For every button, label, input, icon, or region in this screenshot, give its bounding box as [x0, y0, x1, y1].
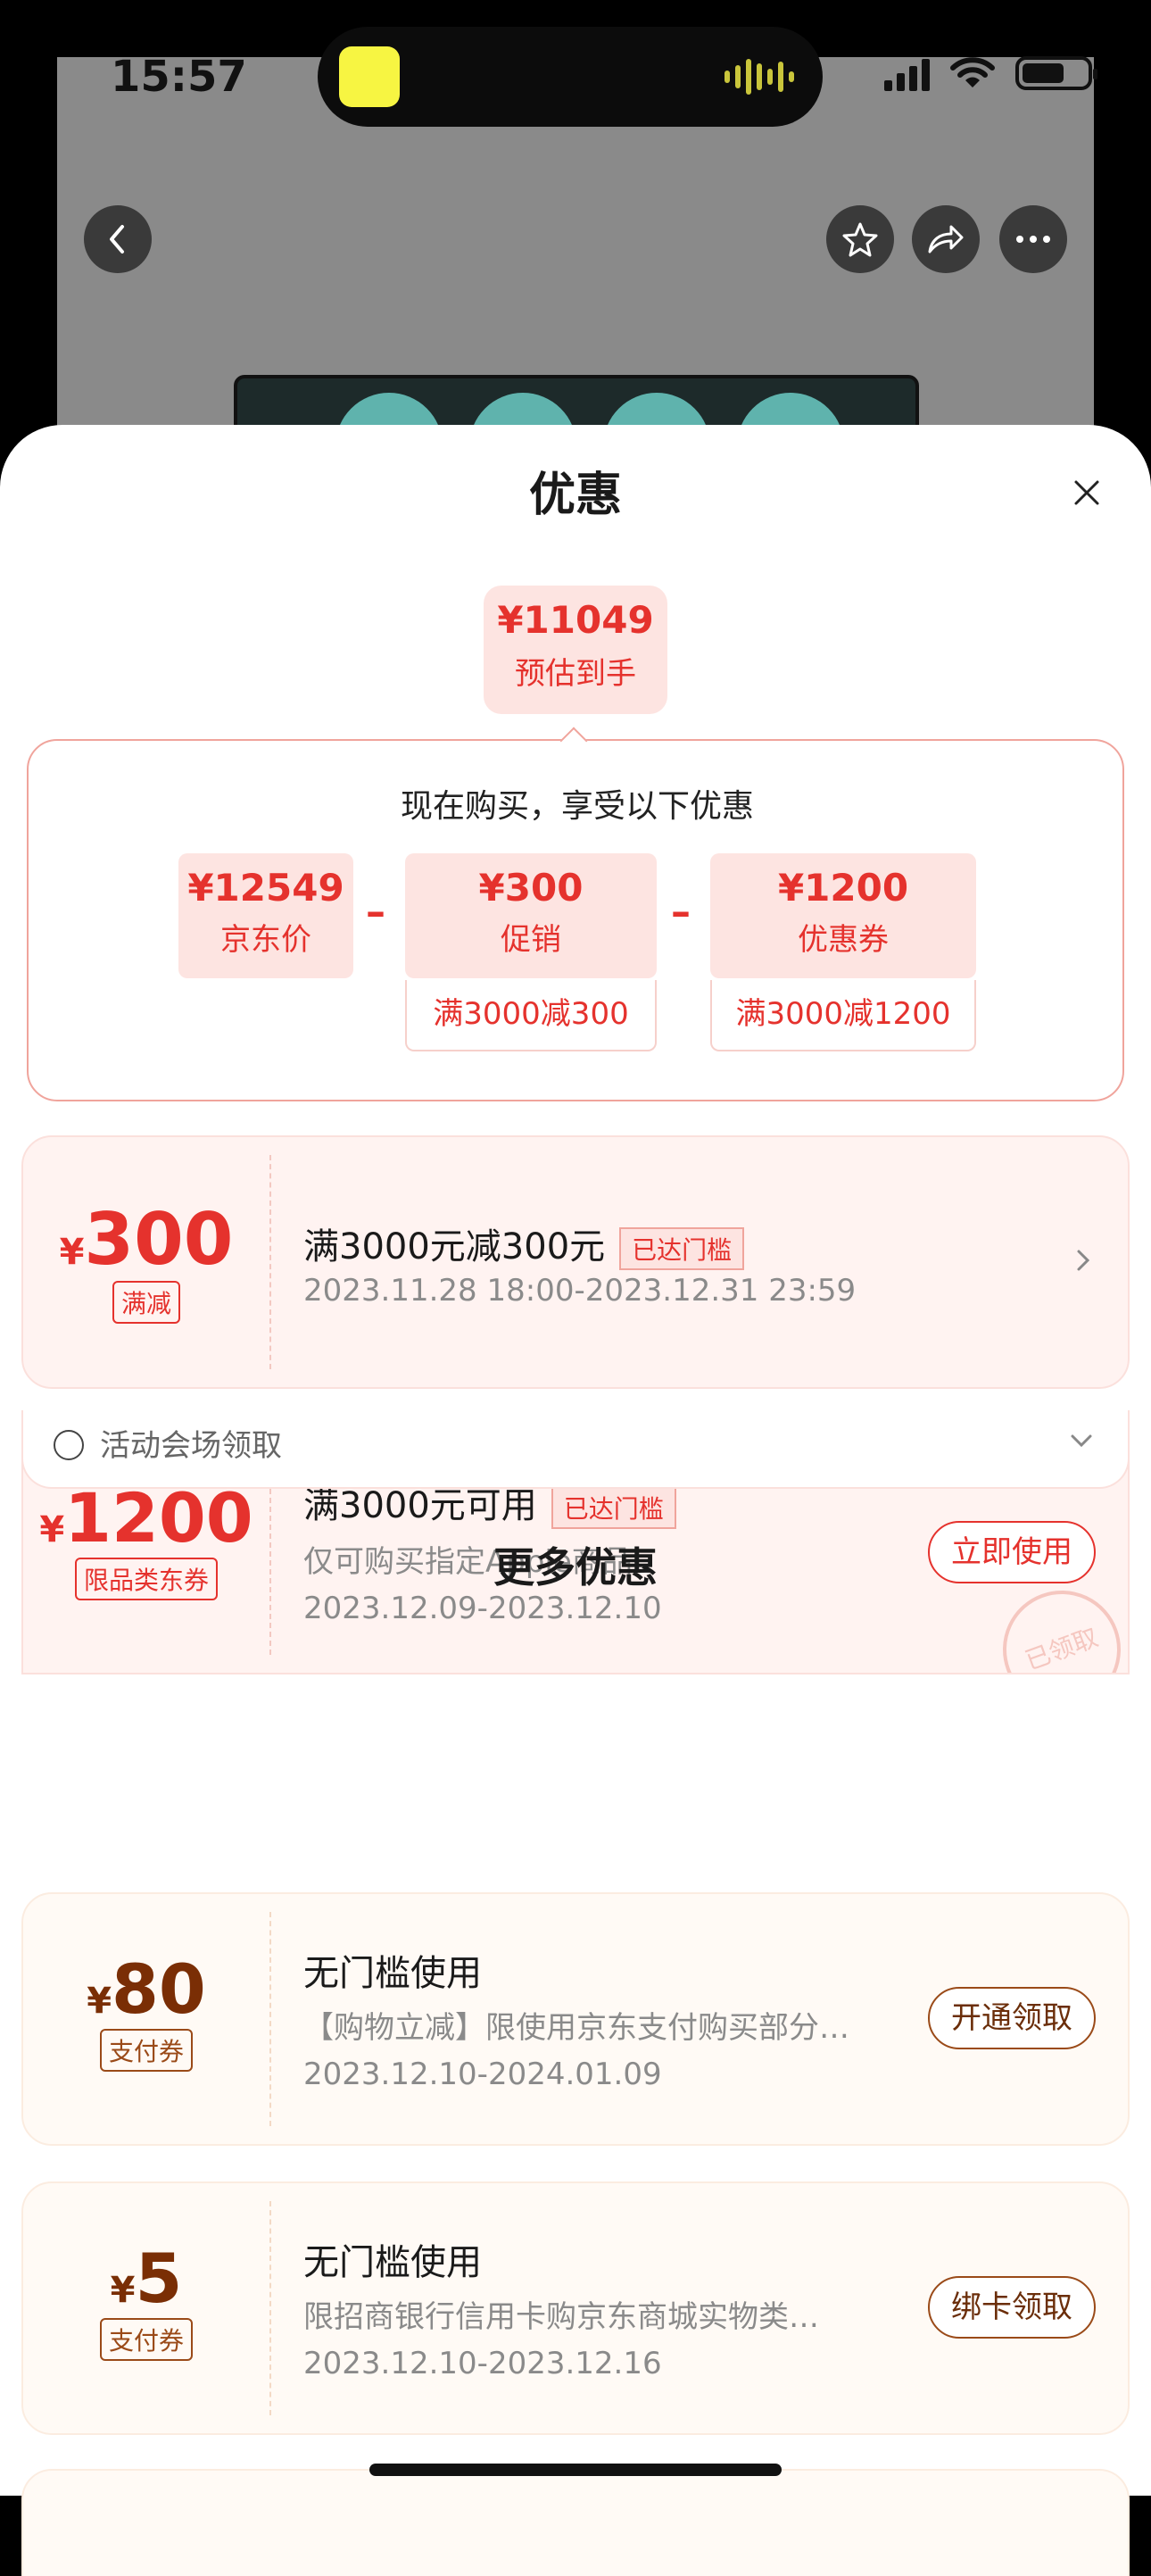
price-breakdown: 现在购买，享受以下优惠 ¥12549 京东价 – ¥300 促销 满3000减3…: [27, 739, 1124, 1101]
star-icon: [842, 222, 878, 257]
coupon-amount: ¥1200: [777, 866, 909, 910]
coupon-source: 活动会场领取: [100, 1428, 282, 1464]
dynamic-island: [318, 27, 823, 127]
coupon-label: 优惠券: [798, 922, 889, 958]
coupon-amount: ¥5: [110, 2239, 183, 2318]
coupon-value: ¥80 支付券: [23, 1912, 271, 2126]
coupon-box: ¥1200 优惠券: [710, 853, 976, 978]
chevron-down-icon: [1071, 1434, 1092, 1448]
coupon-amount: ¥80: [87, 1949, 206, 2029]
wifi-icon: [950, 57, 995, 87]
coupon-dates: 2023.12.10-2024.01.09: [303, 2057, 662, 2092]
close-icon[interactable]: [1069, 475, 1105, 511]
estimated-price-box: ¥11049 预估到手: [484, 586, 667, 714]
discount-sheet: 优惠 ¥11049 预估到手 现在购买，享受以下优惠 ¥12549 京东价 – …: [0, 425, 1151, 2576]
payment-coupon-card[interactable]: [21, 2469, 1130, 2576]
coupon-value: ¥300 满减: [23, 1155, 271, 1369]
more-icon: [1016, 236, 1050, 243]
minus-sign: –: [671, 889, 691, 935]
activate-claim-button[interactable]: 开通领取: [928, 1987, 1096, 2049]
share-button[interactable]: [912, 205, 980, 273]
audio-wave-icon: [725, 59, 794, 95]
coupon-type-tag: 支付券: [99, 2318, 193, 2361]
bind-card-claim-button[interactable]: 绑卡领取: [928, 2276, 1096, 2339]
promotion-box: ¥300 促销: [405, 853, 657, 978]
jd-price-label: 京东价: [220, 922, 311, 958]
coupon-rule: 满3000减1200: [710, 980, 976, 1051]
more-button[interactable]: [999, 205, 1067, 273]
breakdown-heading: 现在购买，享受以下优惠: [400, 788, 754, 825]
back-icon: [110, 225, 124, 253]
chevron-right-icon: [1077, 1250, 1090, 1271]
coupon-description: 限招商银行信用卡购京东商城实物类…: [303, 2299, 819, 2335]
sheet-title: 优惠: [528, 469, 622, 522]
battery-icon: [1015, 56, 1097, 90]
status-time: 15:57: [111, 52, 247, 102]
threshold-badge: 已达门槛: [551, 1486, 676, 1529]
back-button[interactable]: [84, 205, 152, 273]
coupon-amount: ¥300: [59, 1198, 234, 1281]
threshold-badge: 已达门槛: [619, 1227, 745, 1270]
promotion-card[interactable]: ¥300 满减 满3000元减300元 已达门槛 2023.11.28 18:00…: [21, 1135, 1130, 1389]
coupon-title: 无门槛使用: [303, 2242, 482, 2283]
coupon-dates: 2023.11.28 18:00-2023.12.31 23:59: [303, 1273, 857, 1309]
cellular-signal-icon: [884, 55, 930, 91]
promotion-rule: 满3000减300: [405, 980, 657, 1051]
minus-sign: –: [366, 889, 385, 935]
coupon-source-row[interactable]: 活动会场领取: [21, 1410, 1130, 1489]
coupon-type-tag: 支付券: [99, 2029, 193, 2072]
estimated-price-label: 预估到手: [515, 656, 636, 692]
more-discounts-title: 更多优惠: [493, 1543, 658, 1591]
coupon-dates: 2023.12.09-2023.12.10: [303, 1591, 662, 1626]
jd-price-box: ¥12549 京东价: [178, 853, 353, 978]
coupon-value: ¥5 支付券: [23, 2201, 271, 2415]
live-activity-app-icon: [339, 46, 400, 107]
source-icon: [54, 1430, 84, 1460]
coupon-dates: 2023.12.10-2023.12.16: [303, 2346, 662, 2381]
jd-price: ¥12549: [187, 866, 344, 910]
coupon-description: 【购物立减】限使用京东支付购买部分…: [303, 2010, 849, 2046]
promotion-amount: ¥300: [478, 866, 584, 910]
favorite-button[interactable]: [826, 205, 894, 273]
estimated-price: ¥11049: [497, 598, 654, 642]
share-icon: [928, 225, 964, 253]
coupon-type-tag: 满减: [112, 1281, 180, 1324]
coupon-title: 无门槛使用: [303, 1953, 482, 1994]
status-icons: [884, 55, 1097, 91]
coupon-title: 满3000元减300元 已达门槛: [303, 1217, 745, 1270]
payment-coupon-card[interactable]: ¥5 支付券 无门槛使用 限招商银行信用卡购京东商城实物类… 2023.12.1…: [21, 2181, 1130, 2435]
promotion-label: 促销: [501, 922, 561, 958]
payment-coupon-card[interactable]: ¥80 支付券 无门槛使用 【购物立减】限使用京东支付购买部分… 2023.12…: [21, 1892, 1130, 2146]
home-indicator[interactable]: [369, 2464, 782, 2476]
